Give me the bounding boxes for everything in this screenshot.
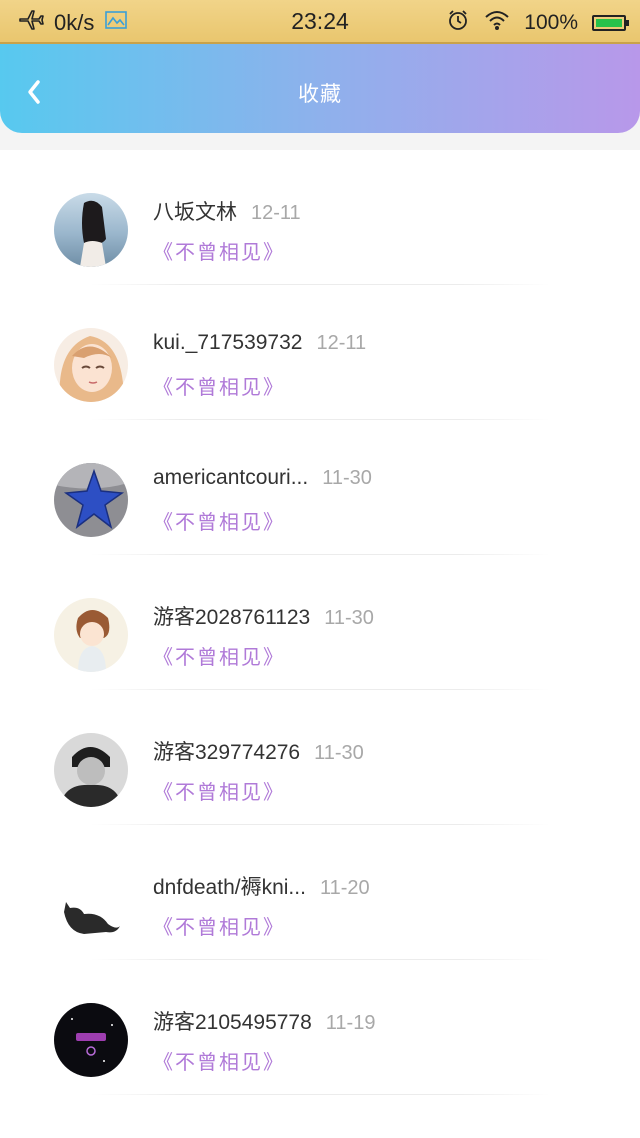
list-item[interactable]: 游客329774276 11-30 《不曾相见》 <box>0 690 640 825</box>
app-header: 收藏 <box>0 44 640 133</box>
work-title[interactable]: 《不曾相见》 <box>153 776 285 805</box>
avatar[interactable] <box>54 733 128 807</box>
user-name: 游客2105495778 11-19 <box>153 1011 376 1034</box>
date: 12-11 <box>316 332 367 354</box>
list-item[interactable]: dnfdeath/褥kni... 11-20 《不曾相见》 <box>0 825 640 960</box>
status-right: 100% <box>446 8 629 38</box>
leo-constellation-icon <box>54 1003 128 1077</box>
bw-portrait-icon <box>54 733 128 807</box>
avatar[interactable] <box>54 193 128 267</box>
battery-icon <box>592 15 629 31</box>
list-item[interactable]: 游客2105495778 11-19 《不曾相见》 <box>0 960 640 1095</box>
girl-back-photo-icon <box>54 193 128 267</box>
user-name: dnfdeath/褥kni... 11-20 <box>153 876 370 899</box>
date: 11-19 <box>325 1012 376 1034</box>
date: 11-30 <box>324 607 374 629</box>
status-bar: 0k/s 23:24 100% <box>0 0 640 44</box>
battery-percent: 100% <box>524 11 578 34</box>
date: 12-11 <box>251 202 301 224</box>
avatar[interactable] <box>54 328 128 402</box>
avatar[interactable] <box>54 868 128 942</box>
work-title[interactable]: 《不曾相见》 <box>153 506 285 535</box>
work-title[interactable]: 《不曾相见》 <box>153 911 285 940</box>
work-title[interactable]: 《不曾相见》 <box>153 1046 285 1075</box>
user-name: americantcouri... 11-30 <box>153 466 372 489</box>
work-title[interactable]: 《不曾相见》 <box>153 236 285 265</box>
cartoon-boy-icon <box>54 598 128 672</box>
divider <box>90 1094 550 1095</box>
blue-star-icon <box>54 463 128 537</box>
alarm-icon <box>446 8 470 38</box>
avatar[interactable] <box>54 1003 128 1077</box>
page-title: 收藏 <box>298 82 342 106</box>
user-name: 游客2028761123 11-30 <box>153 606 374 629</box>
avatar[interactable] <box>54 598 128 672</box>
favorites-list: 八坂文林 12-11 《不曾相见》 kui._717539732 12-11 《不曾… <box>0 150 640 1138</box>
list-item[interactable]: americantcouri... 11-30 《不曾相见》 <box>0 420 640 555</box>
list-item[interactable]: 八坂文林 12-11 《不曾相见》 <box>0 150 640 285</box>
wifi-icon <box>484 9 510 37</box>
list-item[interactable]: kui._717539732 12-11 《不曾相见》 <box>0 285 640 420</box>
work-title[interactable]: 《不曾相见》 <box>153 641 285 670</box>
date: 11-20 <box>319 877 370 899</box>
user-name: 游客329774276 11-30 <box>153 741 364 764</box>
user-name: 八坂文林 12-11 <box>153 201 301 224</box>
anime-girl-icon <box>54 328 128 402</box>
list-item[interactable]: 游客2028761123 11-30 《不曾相见》 <box>0 555 640 690</box>
date: 11-30 <box>314 742 364 764</box>
user-name: kui._717539732 12-11 <box>153 331 367 354</box>
avatar[interactable] <box>54 463 128 537</box>
black-cat-icon <box>54 868 128 942</box>
date: 11-30 <box>322 467 372 489</box>
work-title[interactable]: 《不曾相见》 <box>153 371 285 400</box>
